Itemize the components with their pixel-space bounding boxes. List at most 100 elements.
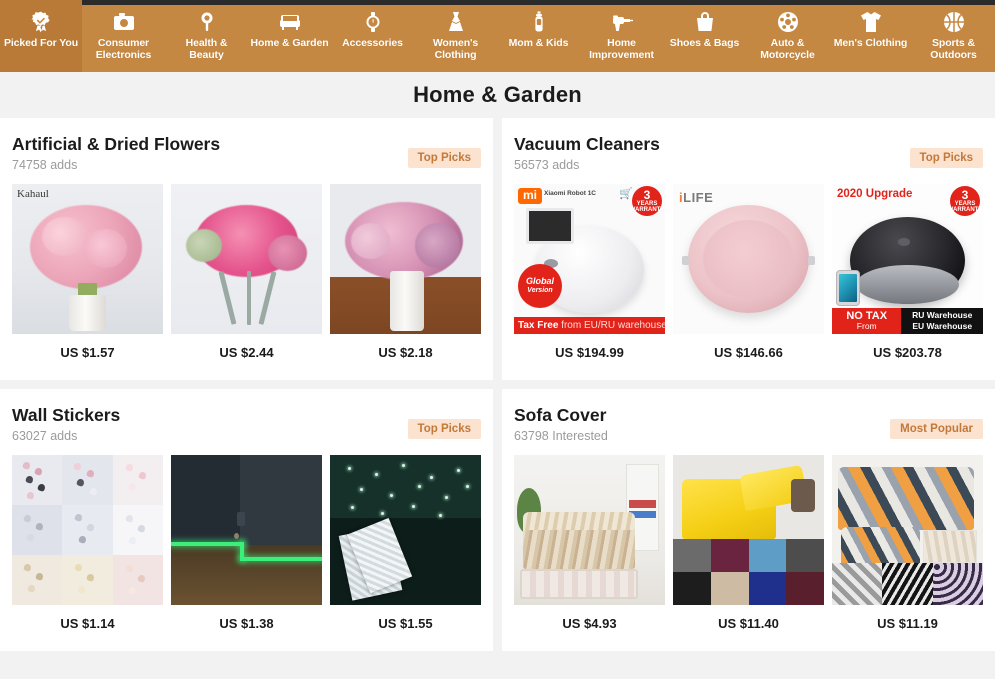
nav-item-consumer-electronics[interactable]: Consumer Electronics (82, 0, 165, 72)
product-price: US $2.18 (378, 345, 433, 360)
product-list: mi Xiaomi Robot 1C 🛒 3 YEARS WARRANTY Gl… (514, 184, 983, 360)
product-price: US $11.40 (718, 616, 779, 631)
wheel-icon (775, 9, 801, 35)
nav-item-auto-motorcycle[interactable]: Auto & Motorcycle (746, 0, 829, 72)
baby-bottle-icon (526, 9, 552, 35)
nav-item-label: Health & Beauty (185, 37, 228, 61)
section-card-sofa-cover: Sofa Cover 63798 Interested Most Popular… (502, 389, 995, 651)
no-tax-banner: NO TAX From RU Warehouse EU Warehouse (832, 308, 983, 334)
no-tax-strong: NO TAX (846, 310, 888, 322)
nav-item-label: Mom & Kids (508, 37, 569, 49)
product-card[interactable]: iLIFE US $146.66 (673, 184, 824, 360)
nav-item-womens-clothing[interactable]: Women's Clothing (414, 0, 497, 72)
nav-item-label: Men's Clothing (833, 37, 908, 49)
product-image[interactable] (171, 184, 322, 334)
product-price: US $1.57 (60, 345, 115, 360)
page-title-bar: Home & Garden (0, 72, 995, 118)
product-card[interactable]: US $11.19 (832, 455, 983, 631)
promo-headline: 2020 Upgrade (837, 188, 913, 200)
tax-free-strong: Tax Free (518, 320, 559, 331)
product-image[interactable] (832, 455, 983, 605)
product-image[interactable]: 2020 Upgrade 3 YEARS WARRANTY NO TAX Fro… (832, 184, 983, 334)
product-image[interactable]: iLIFE (673, 184, 824, 334)
status-badge: Most Popular (890, 419, 983, 439)
product-image[interactable] (12, 455, 163, 605)
nav-item-sports-outdoors[interactable]: Sports & Outdoors (912, 0, 995, 72)
product-image[interactable]: Kahaul (12, 184, 163, 334)
product-card[interactable]: US $1.55 (330, 455, 481, 631)
nav-item-picked-for-you[interactable]: Picked For You (0, 0, 82, 72)
colour-swatches (673, 539, 824, 605)
handbag-icon (692, 9, 718, 35)
product-price: US $194.99 (555, 345, 624, 360)
no-tax-sub: From (856, 321, 877, 331)
product-price: US $2.44 (219, 345, 274, 360)
tax-free-banner: Tax Free from EU/RU warehouse (514, 317, 665, 334)
product-image[interactable] (514, 455, 665, 605)
product-image[interactable] (673, 455, 824, 605)
product-price: US $203.78 (873, 345, 942, 360)
product-card[interactable]: 2020 Upgrade 3 YEARS WARRANTY NO TAX Fro… (832, 184, 983, 360)
product-card[interactable]: US $2.44 (171, 184, 322, 360)
product-card[interactable]: mi Xiaomi Robot 1C 🛒 3 YEARS WARRANTY Gl… (514, 184, 665, 360)
section-card-wall-stickers: Wall Stickers 63027 adds Top Picks US $1… (0, 389, 493, 651)
nav-item-home-improvement[interactable]: Home Improvement (580, 0, 663, 72)
global-badge-line2: Version (527, 287, 553, 294)
product-card[interactable]: US $2.18 (330, 184, 481, 360)
nav-item-label: Accessories (342, 37, 403, 49)
nav-item-health-beauty[interactable]: Health & Beauty (165, 0, 248, 72)
nav-item-label: Home & Garden (250, 37, 329, 49)
camera-icon (111, 9, 137, 35)
product-card[interactable]: US $4.93 (514, 455, 665, 631)
warranty-text: YEARS WARRANTY (947, 200, 983, 214)
nav-item-label: Sports & Outdoors (930, 37, 977, 61)
nav-item-shoes-bags[interactable]: Shoes & Bags (663, 0, 746, 72)
global-badge-line1: Global (525, 276, 554, 286)
warranty-badge: 3 YEARS WARRANTY (630, 186, 664, 216)
warehouse-ru: RU Warehouse (912, 310, 973, 320)
product-card[interactable]: Kahaul US $1.57 (12, 184, 163, 360)
pattern-options (832, 563, 983, 605)
rosette-badge-icon (28, 9, 54, 35)
sofa-icon (277, 9, 303, 35)
product-price: US $11.19 (877, 616, 938, 631)
nav-item-label: Home Improvement (589, 37, 654, 61)
section-title: Vacuum Cleaners (514, 134, 660, 154)
product-card[interactable]: US $11.40 (673, 455, 824, 631)
status-badge: Top Picks (407, 419, 481, 439)
product-image[interactable]: mi Xiaomi Robot 1C 🛒 3 YEARS WARRANTY Gl… (514, 184, 665, 334)
nav-item-mens-clothing[interactable]: Men's Clothing (829, 0, 912, 72)
product-price: US $4.93 (562, 616, 617, 631)
product-list: US $1.14 US $1.38 US $1.55 (12, 455, 481, 631)
product-card[interactable]: US $1.14 (12, 455, 163, 631)
tshirt-icon (858, 9, 884, 35)
product-image[interactable] (171, 455, 322, 605)
section-header: Artificial & Dried Flowers 74758 adds To… (12, 134, 481, 172)
warranty-badge: 3 YEARS WARRANTY (947, 186, 983, 216)
mi-brand-logo: mi (518, 188, 543, 204)
nav-item-label: Shoes & Bags (669, 37, 740, 49)
category-nav[interactable]: Picked For You Consumer Electronics Heal… (0, 0, 995, 72)
nav-item-accessories[interactable]: Accessories (331, 0, 414, 72)
sections-grid: Artificial & Dried Flowers 74758 adds To… (0, 118, 995, 679)
no-tax-left: NO TAX From (832, 308, 902, 334)
warranty-years: 3 (643, 187, 651, 202)
mirror-icon (194, 9, 220, 35)
section-card-vacuum-cleaners: Vacuum Cleaners 56573 adds Top Picks mi … (502, 118, 995, 380)
ilife-brand-logo: iLIFE (679, 190, 713, 205)
section-card-artificial-dried-flowers: Artificial & Dried Flowers 74758 adds To… (0, 118, 493, 380)
cart-icon: 🛒 (619, 188, 633, 200)
basketball-icon (941, 9, 967, 35)
product-list: Kahaul US $1.57 US $2.44 US $2.18 (12, 184, 481, 360)
section-subtitle: 63798 Interested (514, 429, 608, 443)
tax-free-rest: from EU/RU warehouse (561, 320, 665, 331)
status-badge: Top Picks (407, 148, 481, 168)
product-image[interactable] (330, 455, 481, 605)
drill-icon (609, 9, 635, 35)
product-card[interactable]: US $1.38 (171, 455, 322, 631)
nav-item-label: Auto & Motorcycle (760, 37, 815, 61)
nav-item-label: Picked For You (3, 37, 79, 49)
product-image[interactable] (330, 184, 481, 334)
nav-item-home-garden[interactable]: Home & Garden (248, 0, 331, 72)
nav-item-mom-kids[interactable]: Mom & Kids (497, 0, 580, 72)
